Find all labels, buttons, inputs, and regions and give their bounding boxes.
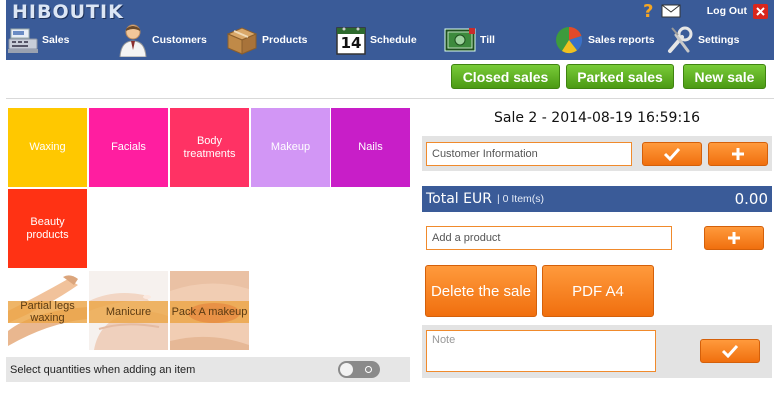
app-logo: HIBOUTIK [12, 1, 124, 23]
svg-text:?: ? [643, 2, 653, 20]
nav-settings[interactable]: Settings [666, 22, 739, 58]
product-tile-partial-legs-waxing[interactable]: Partial legs waxing [8, 271, 87, 350]
select-quantities-toggle[interactable] [338, 361, 380, 378]
note-textarea[interactable] [426, 330, 656, 372]
items-count: | 0 Item(s) [496, 193, 545, 205]
calendar-day-number: 14 [340, 34, 362, 52]
nav-sales-label: Sales [42, 34, 70, 46]
nav-sales-reports-label: Sales reports [588, 34, 655, 46]
toggle-off-indicator-icon [365, 366, 372, 373]
confirm-customer-button[interactable] [642, 142, 702, 166]
save-note-button[interactable] [700, 339, 760, 363]
plus-icon [732, 148, 744, 160]
select-quantities-label: Select quantities when adding an item [10, 363, 196, 376]
cash-register-icon [8, 26, 38, 54]
pos-app: HIBOUTIK Sales Customers Products 14 Sch… [0, 0, 780, 400]
add-customer-button[interactable] [708, 142, 768, 166]
wrench-screwdriver-icon [666, 25, 694, 55]
add-product-button[interactable] [704, 226, 764, 250]
toggle-knob [340, 363, 353, 376]
logout-link[interactable]: Log Out [707, 5, 747, 17]
nav-settings-label: Settings [698, 34, 740, 46]
nav-customers-label: Customers [152, 34, 207, 46]
parked-sales-button[interactable]: Parked sales [566, 64, 674, 89]
customer-person-icon [118, 23, 148, 57]
category-tile-makeup[interactable]: Makeup [251, 108, 330, 187]
pdf-a4-button[interactable]: PDF A4 [542, 265, 654, 317]
cash-money-icon [444, 27, 476, 53]
checkmark-icon [721, 344, 739, 358]
add-product-input[interactable] [426, 226, 672, 250]
nav-till[interactable]: Till [444, 22, 495, 58]
mail-envelope-icon[interactable] [661, 3, 681, 19]
category-tile-beauty-products[interactable]: Beauty products [8, 189, 87, 268]
total-amount: 0.00 [734, 190, 768, 208]
calendar-icon: 14 [336, 25, 366, 55]
plus-icon [728, 232, 740, 244]
category-tile-waxing[interactable]: Waxing [8, 108, 87, 187]
header-divider [6, 98, 774, 99]
product-box-icon [226, 25, 258, 55]
nav-sales-reports[interactable]: Sales reports [554, 22, 655, 58]
product-label: Manicure [89, 301, 168, 323]
pie-chart-icon [554, 25, 584, 55]
nav-products-label: Products [262, 34, 308, 46]
delete-sale-button[interactable]: Delete the sale [425, 265, 537, 317]
nav-schedule-label: Schedule [370, 34, 417, 46]
top-right-tools: ? Log Out [642, 2, 768, 20]
customer-information-input[interactable] [426, 142, 632, 166]
help-question-icon[interactable]: ? [642, 2, 657, 20]
select-quantities-option: Select quantities when adding an item [6, 357, 410, 382]
category-tile-nails[interactable]: Nails [331, 108, 410, 187]
checkmark-icon [663, 147, 681, 161]
category-tile-facials[interactable]: Facials [89, 108, 168, 187]
nav-schedule[interactable]: 14 Schedule [336, 22, 417, 58]
product-tile-pack-a-makeup[interactable]: Pack A makeup [170, 271, 249, 350]
product-tile-manicure[interactable]: Manicure [89, 271, 168, 350]
new-sale-button[interactable]: New sale [683, 64, 766, 89]
nav-products[interactable]: Products [226, 22, 308, 58]
product-label: Pack A makeup [170, 301, 249, 323]
sale-title: Sale 2 - 2014-08-19 16:59:16 [494, 110, 700, 126]
category-tile-body-treatments[interactable]: Body treatments [170, 108, 249, 187]
closed-sales-button[interactable]: Closed sales [451, 64, 560, 89]
nav-till-label: Till [480, 34, 495, 46]
total-currency-label: Total EUR [426, 191, 492, 207]
nav-customers[interactable]: Customers [118, 22, 207, 58]
nav-sales[interactable]: Sales [8, 22, 69, 58]
close-icon[interactable] [753, 3, 768, 19]
top-nav-bar: HIBOUTIK Sales Customers Products 14 Sch… [6, 0, 774, 60]
product-label: Partial legs waxing [8, 300, 87, 324]
total-bar: Total EUR | 0 Item(s) 0.00 [422, 186, 772, 212]
